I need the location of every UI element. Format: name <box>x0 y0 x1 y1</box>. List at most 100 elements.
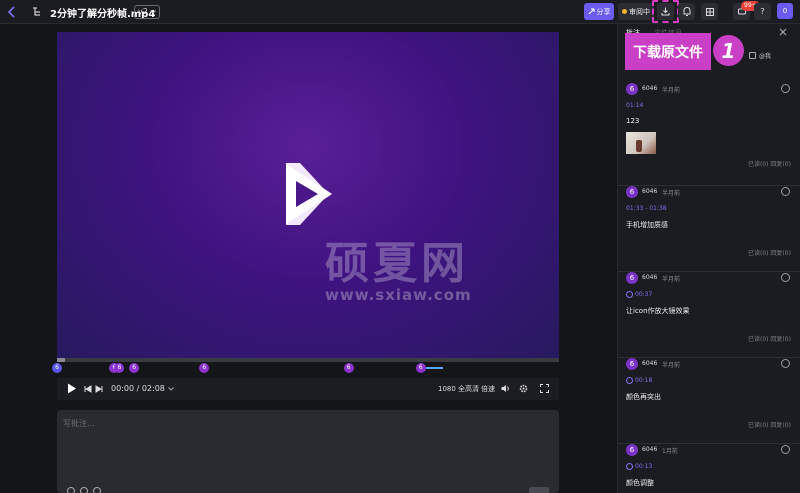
annotate-tool-icon[interactable] <box>67 487 75 493</box>
review-status-button[interactable]: 审阅中 <box>618 3 654 20</box>
comment-marker-range <box>425 367 443 369</box>
back-button[interactable] <box>4 4 20 20</box>
comment-text: 颜色再突出 <box>626 393 661 401</box>
comment-card[interactable]: 6 6046 半月前 00:37 让icon作放大镜效果 已读(0) 回复(0) <box>618 272 800 358</box>
video-player[interactable]: 硕夏网 www.sxiaw.com <box>57 32 559 359</box>
next-frame-button[interactable] <box>95 385 103 393</box>
share-icon <box>588 8 594 15</box>
timestamp-text: 01:33 - 01:38 <box>626 205 667 212</box>
attachment-tool-icon[interactable] <box>80 487 88 493</box>
comment-marker[interactable]: 6 <box>199 363 210 373</box>
comment-time-ago: 1月前 <box>662 448 678 455</box>
read-count-link[interactable]: 已读(0) <box>748 422 769 429</box>
comment-marker[interactable]: 6 <box>114 363 125 373</box>
comment-card[interactable]: 6 6046 半月前 01:14 123 已读(0) 回复(0) <box>618 83 800 186</box>
comment-actions: 已读(0) 回复(0) <box>748 248 791 257</box>
resolve-toggle[interactable] <box>781 359 790 368</box>
share-button[interactable]: 分享 <box>584 3 614 20</box>
only-mentions-filter[interactable]: @我 <box>749 51 771 60</box>
comment-text: 123 <box>626 117 640 125</box>
comment-actions: 已读(0) 回复(0) <box>748 420 791 429</box>
resolve-toggle[interactable] <box>781 84 790 93</box>
comment-timestamp[interactable]: 00:37 <box>626 291 652 298</box>
timestamp-text: 00:37 <box>635 291 653 298</box>
comment-placeholder: 写批注... <box>63 419 95 428</box>
quality-select[interactable]: 1080 全高清 <box>438 384 479 394</box>
reply-link[interactable]: 回复(0) <box>770 336 791 343</box>
clock-icon <box>626 463 633 470</box>
close-panel-button[interactable] <box>779 28 789 38</box>
comment-author: 6046 <box>642 188 658 195</box>
layout-button[interactable] <box>701 3 718 20</box>
step-forward-icon <box>95 385 103 393</box>
review-status-label: 审阅中 <box>629 7 650 16</box>
version-select[interactable]: v2 <box>134 5 160 19</box>
reply-link[interactable]: 回复(0) <box>770 422 791 429</box>
user-avatar-button[interactable]: 0 <box>777 3 793 19</box>
comment-timestamp[interactable]: 00:18 <box>626 377 652 384</box>
help-button[interactable]: ? <box>754 3 771 20</box>
mentions-label: @我 <box>759 53 772 60</box>
mentions-checkbox[interactable] <box>749 52 756 59</box>
emoji-tool-icon[interactable] <box>93 487 101 493</box>
resolve-toggle[interactable] <box>781 445 790 454</box>
comment-card[interactable]: 6 6046 1月前 00:13 颜色调整 <box>618 444 800 493</box>
fullscreen-button[interactable] <box>540 384 549 393</box>
share-label: 分享 <box>596 7 611 16</box>
gear-icon <box>519 384 528 393</box>
time-display[interactable]: 00:00 / 02:08 <box>111 384 174 393</box>
comment-time-ago: 半月前 <box>662 276 681 283</box>
comment-markers-track: 6666666 <box>50 363 570 377</box>
avatar: 6 <box>626 444 638 456</box>
volume-button[interactable] <box>501 384 510 393</box>
bell-icon <box>683 7 690 16</box>
reply-link[interactable]: 回复(0) <box>770 250 791 257</box>
resolve-toggle[interactable] <box>781 187 790 196</box>
notify-settings-button[interactable] <box>678 3 695 20</box>
prev-frame-button[interactable] <box>84 385 92 393</box>
comment-marker[interactable]: 6 <box>415 363 426 373</box>
time-text: 00:00 / 02:08 <box>111 384 165 393</box>
read-count-link[interactable]: 已读(0) <box>748 250 769 257</box>
comment-text: 颜色调整 <box>626 479 654 487</box>
timestamp-text: 00:18 <box>635 377 653 384</box>
comment-timestamp[interactable]: 01:14 <box>626 102 643 109</box>
timestamp-text: 00:13 <box>635 463 653 470</box>
top-bar: 2分钟了解分秒帧.mp4 v2 分享 审阅中 99+ ? 0 <box>0 0 800 24</box>
read-count-link[interactable]: 已读(0) <box>748 336 769 343</box>
resolve-toggle[interactable] <box>781 273 790 282</box>
chevron-down-icon <box>149 10 156 14</box>
volume-icon <box>501 385 509 392</box>
comment-marker[interactable]: 6 <box>343 363 354 373</box>
progress-played <box>57 358 65 362</box>
read-count-link[interactable]: 已读(0) <box>748 161 769 168</box>
comment-input[interactable]: 写批注... <box>57 410 559 493</box>
comment-timestamp[interactable]: 00:13 <box>626 463 652 470</box>
list-tree-icon <box>32 7 40 16</box>
video-progress-bar[interactable] <box>57 358 559 362</box>
play-logo-icon <box>286 163 332 225</box>
step-back-icon <box>84 385 92 393</box>
avatar: 6 <box>626 186 638 198</box>
comment-author: 6046 <box>642 360 658 367</box>
file-tree-button[interactable] <box>30 5 44 19</box>
comment-image-thumbnail[interactable] <box>626 132 656 154</box>
comment-card[interactable]: 6 6046 半月前 01:33 - 01:38 手机增加质感 已读(0) 回复(0) <box>618 186 800 272</box>
comment-card[interactable]: 6 6046 半月前 00:18 颜色再突出 已读(0) 回复(0) <box>618 358 800 444</box>
watermark-url: www.sxiaw.com <box>325 286 472 304</box>
settings-button[interactable] <box>519 384 528 393</box>
comment-author: 6046 <box>642 274 658 281</box>
speed-select[interactable]: 倍速 <box>481 384 495 394</box>
comment-actions: 已读(0) 回复(0) <box>748 159 791 168</box>
comments-panel: 批注 文件信息 下载原文件 1 @我 66046半月前01:14123已读(0)… <box>617 24 800 493</box>
comment-timestamp[interactable]: 01:33 - 01:38 <box>626 205 667 212</box>
comment-marker[interactable]: 6 <box>52 363 62 373</box>
download-highlight-outline <box>652 0 679 23</box>
comment-marker[interactable]: 6 <box>129 363 140 373</box>
chevron-left-icon <box>7 6 15 18</box>
reply-link[interactable]: 回复(0) <box>770 161 791 168</box>
main-area: 硕夏网 www.sxiaw.com 6666666 00:00 / 02:08 … <box>0 24 617 493</box>
play-button[interactable] <box>67 383 77 394</box>
review-status-dot <box>622 9 627 14</box>
send-button[interactable] <box>529 487 549 493</box>
